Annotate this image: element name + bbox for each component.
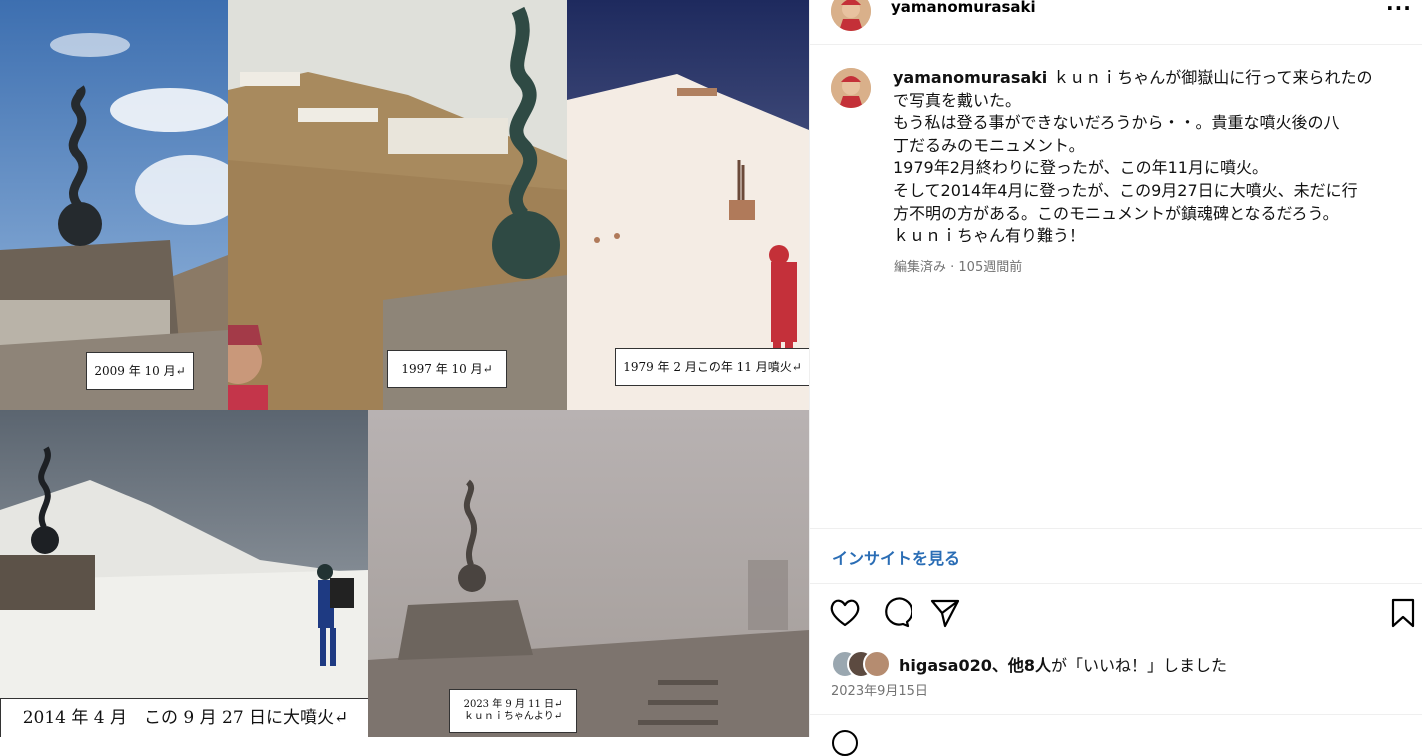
post-actions	[810, 596, 1422, 636]
liker-username[interactable]: higasa020	[899, 656, 992, 675]
caption-line: で写真を戴いた。	[893, 90, 1022, 110]
photo-caption: 1997 年 10 月↵	[387, 350, 507, 388]
add-comment-icon[interactable]	[832, 730, 858, 756]
caption-line: そして2014年4月に登ったが、この9月27日に大噴火、未だに行	[893, 180, 1358, 200]
post-date[interactable]: 2023年9月15日	[831, 680, 928, 699]
post-header: yamanomurasaki ···	[810, 0, 1422, 45]
more-icon[interactable]: ···	[1386, 0, 1412, 20]
paper-plane-icon[interactable]	[928, 596, 962, 630]
post-author-username[interactable]: yamanomurasaki	[891, 0, 1036, 16]
photo-caption: 2023 年 9 月 11 日↵ ｋｕｎｉちゃんより↵	[449, 689, 577, 733]
caption-line: 丁だるみのモニュメント。	[893, 135, 1085, 155]
post-image-collage[interactable]: 2009 年 10 月↵ 1997 年 10 月↵ 1979 年 2 月この年 …	[0, 0, 809, 737]
photo-caption: 1979 年 2 月この年 11 月噴火↵	[615, 348, 809, 386]
likes-text: higasa020、他8人が「いいね！」しました	[899, 652, 1227, 676]
heart-icon[interactable]	[828, 596, 862, 630]
avatar[interactable]	[831, 0, 871, 31]
photo-caption: 2009 年 10 月↵	[86, 352, 194, 390]
post-detail-pane: yamanomurasaki ··· yamanomurasaki ｋｕｎｉちゃん…	[809, 0, 1422, 756]
photo-2023	[368, 410, 809, 737]
bookmark-icon[interactable]	[1386, 596, 1420, 630]
caption-line: 1979年2月終わりに登ったが、この年11月に噴火。	[893, 158, 1268, 178]
insights-bar: インサイトを見る	[810, 528, 1422, 584]
caption-meta: 編集済み · 105週間前	[894, 260, 1023, 275]
photo-2009	[0, 0, 228, 410]
caption-line: ｋｕｎｉちゃんが御嶽山に行って来られたの	[1053, 68, 1373, 87]
likes-summary[interactable]: higasa020、他8人が「いいね！」しました	[831, 650, 1391, 678]
avatar[interactable]	[831, 68, 871, 108]
post-caption: yamanomurasaki ｋｕｎｉちゃんが御嶽山に行って来られたの で写真を戴…	[893, 67, 1383, 248]
divider	[810, 714, 1422, 715]
view-insights-link[interactable]: インサイトを見る	[832, 545, 960, 569]
caption-username[interactable]: yamanomurasaki	[893, 68, 1047, 87]
likes-suffix: が「いいね！」しました	[1050, 656, 1227, 675]
likes-others[interactable]: 、他8人	[992, 656, 1051, 675]
caption-line: 方不明の方がある。このモニュメントが鎮魂碑となるだろう。	[893, 203, 1339, 223]
liker-avatar	[863, 650, 891, 678]
caption-line: もう私は登る事ができないだろうから・・。貴重な噴火後の八	[893, 113, 1340, 133]
comment-icon[interactable]	[878, 596, 912, 630]
photo-caption: 2014 年 4 月 この 9 月 27 日に大噴火↵	[0, 698, 371, 737]
caption-line: ｋｕｎｉちゃん有り難う！	[893, 226, 1086, 246]
photo-2014	[0, 410, 368, 737]
photo-1997	[228, 0, 567, 410]
